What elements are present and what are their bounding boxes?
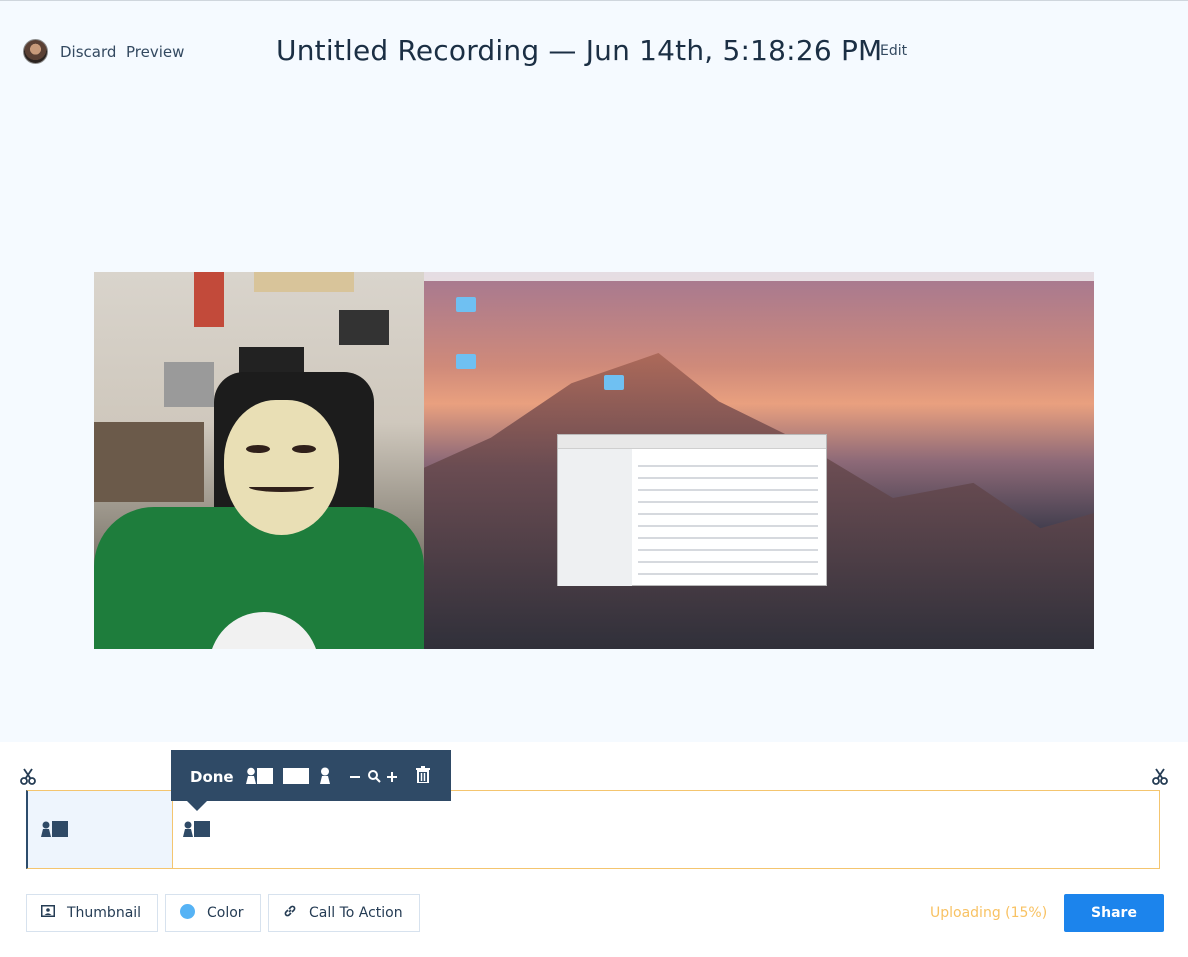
thumbnail-icon xyxy=(41,905,55,921)
preview-button[interactable]: Preview xyxy=(126,43,184,61)
desk xyxy=(94,422,204,502)
zoom-icon xyxy=(368,770,381,783)
wall-poster xyxy=(194,272,224,327)
trim-end-scissors-icon[interactable] xyxy=(1151,768,1169,786)
video-preview[interactable] xyxy=(94,272,1094,649)
laptop xyxy=(164,362,214,407)
edit-title-button[interactable]: Edit xyxy=(880,43,907,59)
folder-icon xyxy=(456,354,476,369)
webcam-feed xyxy=(94,272,424,649)
layout-cam-screen-icon[interactable] xyxy=(246,767,273,784)
timeline-segment[interactable] xyxy=(28,791,173,868)
wall-poster xyxy=(254,272,354,292)
color-button[interactable]: Color xyxy=(165,894,261,932)
segment-editor-popover: Done xyxy=(171,750,451,811)
call-to-action-label: Call To Action xyxy=(309,905,403,921)
share-button[interactable]: Share xyxy=(1064,894,1164,932)
thumbnail-button[interactable]: Thumbnail xyxy=(26,894,158,932)
mac-menubar xyxy=(424,272,1094,281)
thumbnail-label: Thumbnail xyxy=(67,905,142,921)
avatar[interactable] xyxy=(23,39,48,64)
link-icon xyxy=(283,904,297,922)
call-to-action-button[interactable]: Call To Action xyxy=(268,894,420,932)
screen-capture xyxy=(424,272,1094,649)
layout-cam-only-icon[interactable] xyxy=(319,767,331,784)
person-mask xyxy=(224,400,339,535)
discard-button[interactable]: Discard xyxy=(60,43,116,61)
folder-icon xyxy=(604,375,624,390)
layout-cam-screen-icon[interactable] xyxy=(183,821,211,837)
upload-status: Uploading (15%) xyxy=(930,905,1048,921)
done-button[interactable]: Done xyxy=(190,768,234,786)
color-swatch-icon xyxy=(180,903,195,923)
zoom-in-icon[interactable] xyxy=(386,767,398,784)
layout-screen-only-icon[interactable] xyxy=(283,767,309,784)
finder-window xyxy=(557,434,827,586)
recording-title: Untitled Recording — Jun 14th, 5:18:26 P… xyxy=(276,34,883,67)
layout-cam-screen-icon xyxy=(41,821,68,837)
trim-start-scissors-icon[interactable] xyxy=(19,768,37,786)
folder-icon xyxy=(456,297,476,312)
color-label: Color xyxy=(207,905,244,921)
picture-frame xyxy=(339,310,389,345)
zoom-out-icon[interactable] xyxy=(349,767,361,784)
trash-icon[interactable] xyxy=(416,766,430,783)
